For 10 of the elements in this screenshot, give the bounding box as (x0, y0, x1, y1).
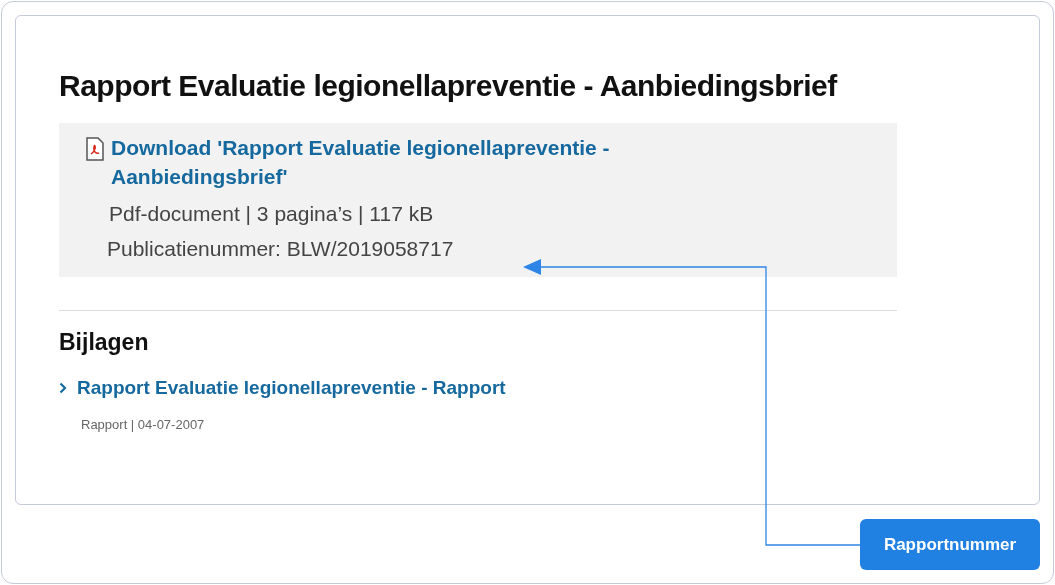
attachments-heading: Bijlagen (59, 328, 150, 357)
page-title: Rapport Evaluatie legionellapreventie - Aanbiedingsbrief (59, 68, 839, 104)
pdf-file-icon (85, 137, 105, 161)
download-link[interactable]: Download 'Rapport Evaluatie legionellapreventie - Aanbiedingsbrief' (111, 133, 671, 191)
document-meta: Pdf-document | 3 pagina’s | 117 kB (109, 201, 435, 227)
chevron-right-icon (59, 382, 67, 394)
attachment-link[interactable]: Rapport Evaluatie legionellapreventie - Rapport (59, 375, 1039, 401)
annotation-label: Rapportnummer (860, 519, 1040, 570)
publication-number: Publicatienummer: BLW/2019058717 (107, 236, 455, 262)
attachment-meta: Rapport | 04-07-2007 (81, 416, 206, 434)
